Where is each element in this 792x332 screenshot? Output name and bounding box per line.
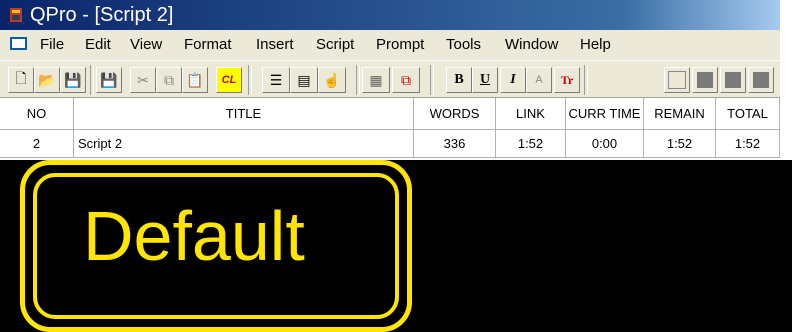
grid-icon[interactable]: ▦	[362, 67, 390, 93]
menu-file[interactable]: File	[40, 36, 64, 53]
toolbar-separator	[248, 65, 252, 95]
script-list-icon[interactable]: ☰	[262, 67, 290, 93]
window-border	[780, 0, 792, 160]
header-words[interactable]: WORDS	[414, 98, 496, 130]
save-icon[interactable]: 💾	[60, 67, 86, 93]
row-curr-time[interactable]: 0:00	[566, 130, 644, 158]
prompt-area: Default	[0, 160, 792, 332]
prompt-frame: Default	[20, 160, 412, 332]
toolbar-separator	[584, 65, 588, 95]
row-link[interactable]: 1:52	[496, 130, 566, 158]
row-title[interactable]: Script 2	[74, 130, 414, 158]
menu-script[interactable]: Script	[316, 36, 354, 53]
style-2-icon[interactable]	[692, 67, 718, 93]
row-words[interactable]: 336	[414, 130, 496, 158]
copy-icon[interactable]: ⧉	[156, 67, 182, 93]
window-title: QPro - [Script 2]	[30, 4, 174, 26]
menu-insert[interactable]: Insert	[256, 36, 294, 53]
prompt-icon[interactable]: ▤	[290, 67, 318, 93]
menu-window[interactable]: Window	[505, 36, 558, 53]
header-no[interactable]: NO	[0, 98, 74, 130]
document-window-icon[interactable]	[10, 37, 27, 50]
menu-prompt[interactable]: Prompt	[376, 36, 424, 53]
script-table: NO TITLE WORDS LINK CURR TIME REMAIN TOT…	[0, 98, 780, 160]
style-1-icon[interactable]	[664, 67, 690, 93]
cut-icon[interactable]: ✂	[130, 67, 156, 93]
menu-help[interactable]: Help	[580, 36, 611, 53]
window-icon[interactable]: ⧉	[392, 67, 420, 93]
prompt-text: Default	[83, 197, 305, 275]
header-link[interactable]: LINK	[496, 98, 566, 130]
toolbar-separator	[356, 65, 360, 95]
style-4-icon[interactable]	[748, 67, 774, 93]
row-total[interactable]: 1:52	[716, 130, 780, 158]
header-curr-time[interactable]: CURR TIME	[566, 98, 644, 130]
pointer-icon[interactable]: ☝	[318, 67, 346, 93]
cl-icon[interactable]: CL	[216, 67, 242, 93]
open-folder-icon[interactable]: 📂	[34, 67, 60, 93]
font-size-icon[interactable]: A	[526, 67, 552, 93]
header-total[interactable]: TOTAL	[716, 98, 780, 130]
new-document-icon[interactable]: 🗋	[8, 67, 34, 93]
underline-icon[interactable]: U	[472, 67, 498, 93]
app-icon	[10, 8, 22, 22]
menu-view[interactable]: View	[130, 36, 162, 53]
italic-icon[interactable]: I	[500, 67, 526, 93]
menu-format[interactable]: Format	[184, 36, 232, 53]
header-remain[interactable]: REMAIN	[644, 98, 716, 130]
bold-icon[interactable]: B	[446, 67, 472, 93]
menu-edit[interactable]: Edit	[85, 36, 111, 53]
paste-icon[interactable]: 📋	[182, 67, 208, 93]
row-no[interactable]: 2	[0, 130, 74, 158]
toolbar: 🗋 📂 💾 💾 ✂ ⧉ 📋 CL ☰ ▤ ☝ ▦ ⧉ B U I A Tr	[0, 60, 780, 98]
header-title[interactable]: TITLE	[74, 98, 414, 130]
save-all-icon[interactable]: 💾	[96, 67, 122, 93]
row-remain[interactable]: 1:52	[644, 130, 716, 158]
title-bar: QPro - [Script 2]	[0, 0, 780, 30]
toolbar-separator	[430, 65, 434, 95]
font-color-icon[interactable]: Tr	[554, 67, 580, 93]
menu-bar: File Edit View Format Insert Script Prom…	[0, 30, 780, 60]
toolbar-separator	[90, 65, 94, 95]
menu-tools[interactable]: Tools	[446, 36, 481, 53]
style-3-icon[interactable]	[720, 67, 746, 93]
